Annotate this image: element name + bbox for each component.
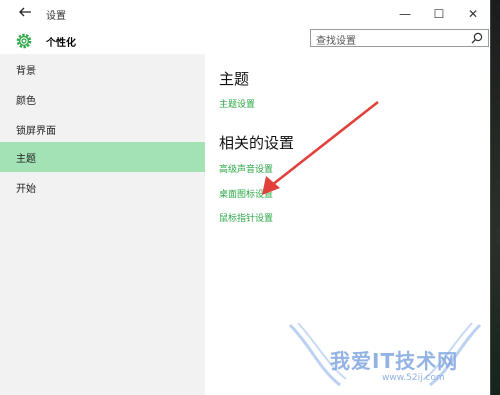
sidebar: 背景 颜色 锁屏界面 主题 开始	[0, 54, 205, 395]
sidebar-item-label: 背景	[16, 66, 36, 77]
settings-window: 设置 — ☐ ✕ 个性化 查找设置 背景 颜色 锁屏界面 主题 开始 主题 主题…	[0, 0, 491, 395]
window-controls: — ☐ ✕	[388, 0, 490, 28]
close-button[interactable]: ✕	[456, 0, 490, 28]
section-title-themes: 主题	[219, 70, 250, 88]
sidebar-item-label: 锁屏界面	[16, 126, 56, 137]
sidebar-item-lock-screen[interactable]: 锁屏界面	[0, 114, 205, 144]
maximize-button[interactable]: ☐	[422, 0, 456, 28]
search-input[interactable]: 查找设置	[316, 32, 356, 47]
watermark-text: 我爱IT技术网	[330, 349, 459, 373]
sidebar-item-label: 颜色	[16, 96, 36, 107]
minimize-button[interactable]: —	[388, 0, 422, 28]
watermark-url: www.52ij.com	[382, 373, 445, 383]
window-title: 设置	[46, 11, 66, 22]
desktop-background	[490, 0, 500, 395]
back-arrow-icon	[19, 7, 31, 17]
page-header: 个性化 查找设置	[0, 28, 490, 54]
gear-icon	[16, 33, 32, 49]
sidebar-item-themes[interactable]: 主题	[0, 142, 205, 172]
search-icon[interactable]	[471, 32, 483, 44]
maximize-icon: ☐	[433, 7, 445, 21]
search-box[interactable]: 查找设置	[310, 29, 489, 47]
sidebar-item-colors[interactable]: 颜色	[0, 84, 205, 114]
sidebar-item-start[interactable]: 开始	[0, 172, 205, 202]
sidebar-item-background[interactable]: 背景	[0, 54, 205, 84]
sidebar-item-label: 开始	[16, 184, 36, 195]
section-title-related-settings: 相关的设置	[219, 134, 295, 152]
watermark: 我爱IT技术网 www.52ij.com	[280, 315, 490, 395]
sidebar-item-label: 主题	[16, 154, 36, 165]
theme-settings-link[interactable]: 主题设置	[219, 97, 255, 110]
desktop-icon-settings-link[interactable]: 桌面图标设置	[219, 187, 273, 200]
back-button[interactable]	[16, 5, 34, 23]
title-bar: 设置 — ☐ ✕	[0, 0, 490, 28]
minimize-icon: —	[399, 7, 411, 21]
advanced-sound-settings-link[interactable]: 高级声音设置	[219, 162, 273, 175]
page-title: 个性化	[46, 38, 76, 49]
mouse-pointer-settings-link[interactable]: 鼠标指针设置	[219, 211, 273, 224]
close-icon: ✕	[467, 7, 479, 21]
